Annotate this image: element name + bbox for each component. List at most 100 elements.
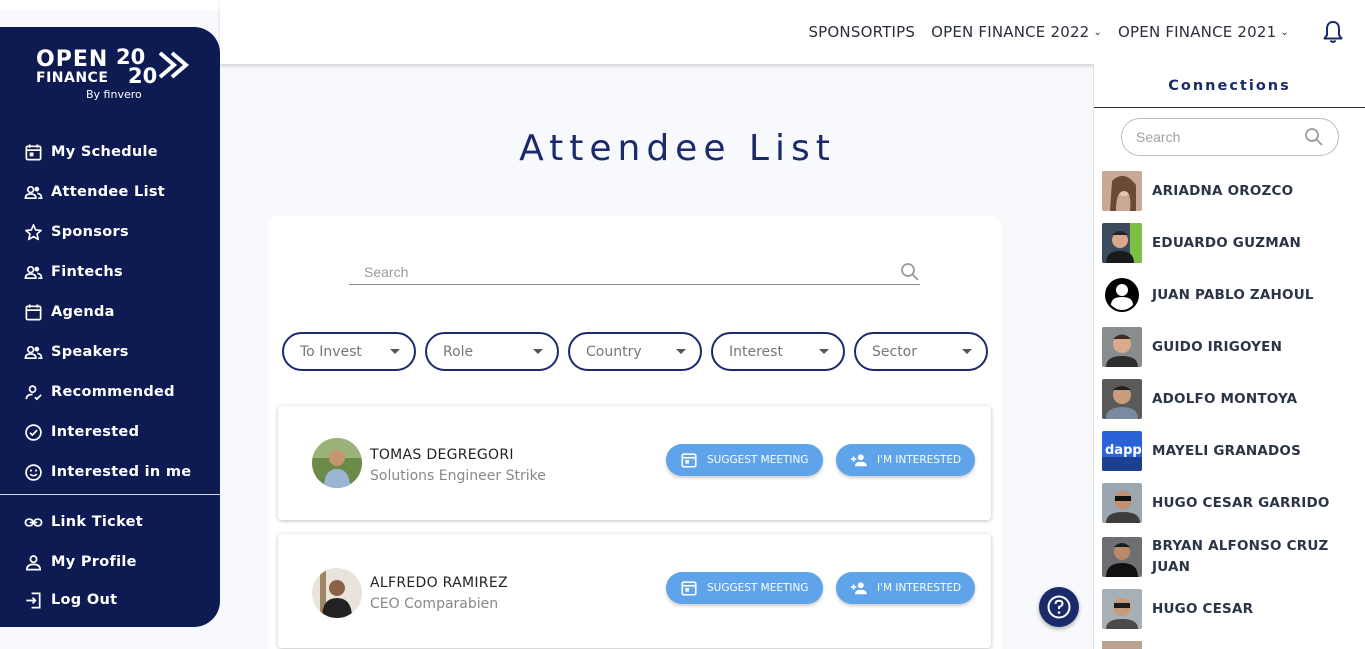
sidebar-item-my-schedule[interactable]: My Schedule	[0, 132, 220, 172]
filter-label: To Invest	[300, 343, 362, 360]
sidebar-item-label: Recommended	[51, 384, 175, 400]
question-icon	[1047, 595, 1071, 619]
sidebar-item-link-ticket[interactable]: Link Ticket	[0, 502, 220, 542]
help-button[interactable]	[1039, 587, 1079, 627]
connection-item[interactable]: HUGO CESAR GARRIDO	[1102, 483, 1352, 523]
sidebar-item-label: Interested	[51, 424, 140, 440]
connection-item[interactable]	[1102, 641, 1142, 649]
sidebar-item-log-out[interactable]: Log Out	[0, 582, 220, 618]
sidebar-item-label: My Profile	[51, 554, 137, 570]
connection-name: JUAN PABLO ZAHOUL	[1152, 286, 1314, 303]
connection-item[interactable]: JUAN PABLO ZAHOUL	[1102, 275, 1352, 315]
im-interested-button[interactable]: I'M INTERESTED	[836, 572, 976, 604]
connection-name: ARIADNA OROZCO	[1152, 182, 1294, 199]
logo-by: By finvero	[86, 88, 142, 101]
sidebar-item-sponsors[interactable]: Sponsors	[0, 212, 220, 252]
avatar	[1102, 483, 1142, 523]
search-icon[interactable]	[1304, 127, 1324, 147]
top-bar: SPONSORTIPS OPEN FINANCE 2022 ⌄ OPEN FINA…	[220, 0, 1365, 64]
caret-down-icon	[676, 349, 686, 354]
filter-bar: To Invest Role Country Interest Sector	[282, 332, 988, 371]
attendee-role: CEO Comparabien	[370, 596, 499, 612]
filter-label: Role	[443, 343, 474, 360]
sidebar-item-interested-in-me[interactable]: Interested in me	[0, 452, 220, 492]
connection-name: EDUARDO GUZMAN	[1152, 234, 1302, 251]
logo-line2: FINANCE	[36, 70, 109, 86]
attendee-row: ALFREDO RAMIREZ CEO Comparabien SUGGEST …	[278, 534, 991, 648]
sidebar-item-interested[interactable]: Interested	[0, 412, 220, 452]
filter-sector[interactable]: Sector	[854, 332, 988, 371]
sidebar-menu: My Schedule Attendee List Sponsors Finte…	[0, 132, 220, 492]
filter-label: Interest	[729, 343, 783, 360]
filter-interest[interactable]: Interest	[711, 332, 845, 371]
nav-open-finance-2022-label: OPEN FINANCE 2022	[931, 23, 1090, 41]
avatar	[312, 438, 362, 488]
sidebar-item-label: Agenda	[51, 304, 115, 320]
star-icon	[25, 223, 42, 240]
attendee-search-input[interactable]	[364, 264, 864, 280]
logout-icon	[26, 592, 41, 608]
sidebar-item-agenda[interactable]: Agenda	[0, 292, 220, 332]
connection-item[interactable]: EDUARDO GUZMAN	[1102, 223, 1352, 263]
attendee-row: TOMAS DEGREGORI Solutions Engineer Strik…	[278, 406, 991, 520]
chevron-down-icon: ⌄	[1280, 26, 1289, 38]
connection-item[interactable]: HUGO CESAR	[1102, 589, 1352, 629]
sidebar-item-my-profile[interactable]: My Profile	[0, 542, 220, 582]
suggest-meeting-button[interactable]: SUGGEST MEETING	[666, 572, 823, 604]
avatar	[1102, 589, 1142, 629]
nav-open-finance-2021[interactable]: OPEN FINANCE 2021 ⌄	[1118, 23, 1289, 41]
avatar	[1102, 223, 1142, 263]
connection-name: HUGO CESAR	[1152, 600, 1254, 617]
attendee-role: Solutions Engineer Strike	[370, 468, 546, 484]
open-finance-logo[interactable]: OPEN FINANCE By finvero 20 20	[36, 47, 196, 122]
connections-title: Connections	[1094, 64, 1365, 108]
people-icon	[24, 345, 43, 359]
connection-item[interactable]: ADOLFO MONTOYA	[1102, 379, 1352, 419]
avatar	[312, 568, 362, 618]
sidebar-bottom-menu: Link Ticket My Profile Log Out	[0, 502, 220, 618]
sidebar-item-fintechs[interactable]: Fintechs	[0, 252, 220, 292]
caret-down-icon	[819, 349, 829, 354]
calendar-icon	[25, 143, 42, 160]
connection-item[interactable]: GUIDO IRIGOYEN	[1102, 327, 1352, 367]
filter-to-invest[interactable]: To Invest	[282, 332, 416, 371]
sidebar-item-label: Log Out	[51, 592, 118, 608]
person-add-icon	[850, 582, 867, 595]
filter-country[interactable]: Country	[568, 332, 702, 371]
sidebar-item-speakers[interactable]: Speakers	[0, 332, 220, 372]
connection-item[interactable]: ARIADNA OROZCO	[1102, 171, 1352, 211]
sidebar-item-label: Speakers	[51, 344, 129, 360]
suggest-meeting-label: SUGGEST MEETING	[707, 582, 809, 594]
connections-panel: Connections ARIADNA OROZCO EDUARDO GUZMA…	[1093, 64, 1365, 649]
filter-role[interactable]: Role	[425, 332, 559, 371]
connection-item[interactable]: dapp MAYELI GRANADOS	[1102, 431, 1352, 471]
logo-line1: OPEN	[36, 47, 109, 72]
sidebar-item-label: Link Ticket	[51, 514, 143, 530]
connections-search-input[interactable]	[1136, 129, 1286, 145]
avatar	[1102, 537, 1142, 577]
sidebar-item-attendee-list[interactable]: Attendee List	[0, 172, 220, 212]
nav-open-finance-2021-label: OPEN FINANCE 2021	[1118, 23, 1277, 41]
svg-text:20: 20	[128, 64, 157, 87]
sidebar-item-recommended[interactable]: Recommended	[0, 372, 220, 412]
sidebar-item-label: Attendee List	[51, 184, 166, 200]
bell-icon[interactable]	[1321, 20, 1345, 44]
sidebar-item-label: Fintechs	[51, 264, 123, 280]
nav-sponsortips-label: SPONSORTIPS	[808, 23, 916, 41]
im-interested-button[interactable]: I'M INTERESTED	[836, 444, 976, 476]
attendee-search	[349, 260, 920, 285]
chevron-down-icon: ⌄	[1093, 26, 1103, 38]
connection-item[interactable]: BRYAN ALFONSO CRUZ JUAN	[1102, 535, 1352, 579]
avatar	[1102, 641, 1142, 649]
avatar	[1102, 379, 1142, 419]
nav-open-finance-2022[interactable]: OPEN FINANCE 2022 ⌄	[931, 23, 1102, 41]
nav-sponsortips[interactable]: SPONSORTIPS	[808, 23, 915, 41]
attendee-name: ALFREDO RAMIREZ	[370, 575, 508, 591]
avatar	[1102, 275, 1142, 315]
people-icon	[24, 265, 43, 279]
person-check-icon	[25, 384, 42, 400]
connections-search	[1121, 118, 1339, 156]
suggest-meeting-button[interactable]: SUGGEST MEETING	[666, 444, 823, 476]
caret-down-icon	[962, 349, 972, 354]
search-icon[interactable]	[900, 262, 920, 282]
